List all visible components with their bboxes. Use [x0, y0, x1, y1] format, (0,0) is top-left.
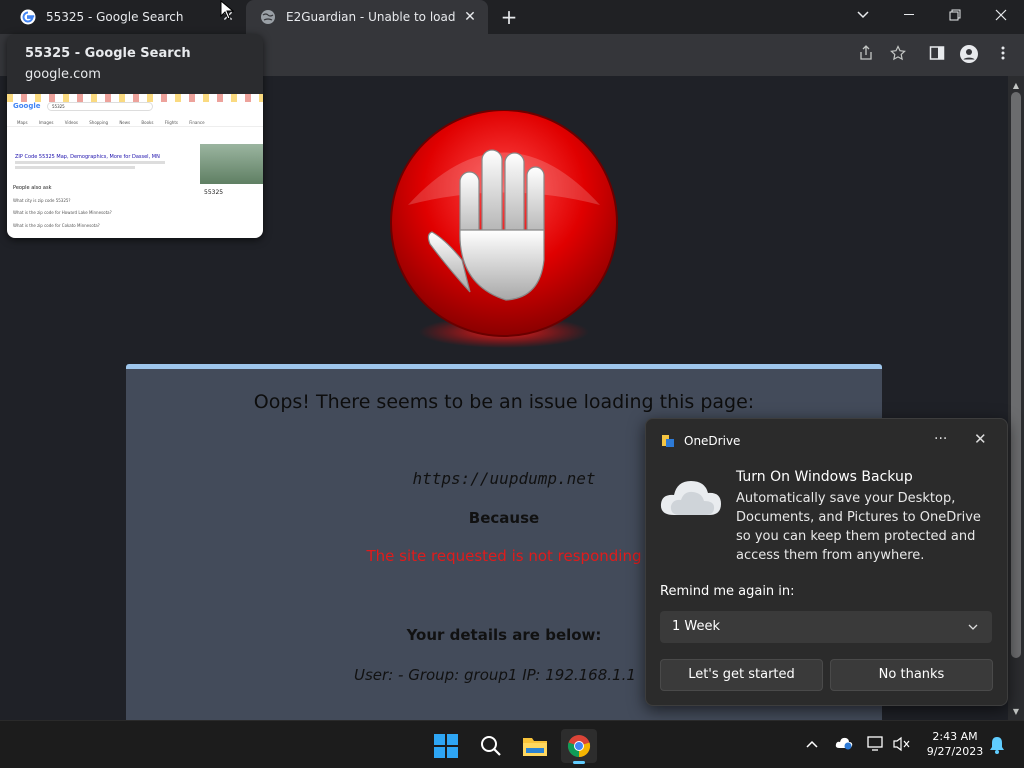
clock-time: 2:43 AM — [932, 730, 978, 743]
tab-strip: 55325 - Google Search ✕ E2Guardian - Una… — [0, 0, 1024, 34]
chevron-down-icon — [968, 611, 978, 643]
error-heading: Oops! There seems to be an issue loading… — [253, 391, 755, 413]
search-icon[interactable] — [473, 729, 509, 763]
thumb-question: What city is zip code 55325? — [13, 198, 71, 203]
chrome-icon[interactable] — [561, 729, 597, 764]
divider — [7, 126, 263, 127]
new-tab-button[interactable]: + — [498, 7, 520, 27]
mouse-cursor-icon — [220, 0, 234, 20]
notification-bell-icon[interactable] — [988, 736, 1006, 754]
stop-hand-icon — [390, 110, 618, 348]
thumb-question: What is the zip code for Howard Lake Min… — [13, 210, 112, 215]
tab-e2guardian[interactable]: E2Guardian - Unable to load web page ✕ — [246, 0, 488, 34]
thumb-map-image — [200, 144, 263, 184]
lets-get-started-button[interactable]: Let's get started — [660, 659, 823, 691]
tab-title: E2Guardian - Unable to load web page — [286, 10, 456, 24]
thumb-nav-item: Books — [141, 120, 165, 125]
doodle-strip — [7, 94, 263, 102]
hover-card-domain: google.com — [25, 67, 101, 82]
profile-icon[interactable] — [959, 45, 979, 65]
onedrive-tray-icon[interactable] — [835, 736, 853, 754]
thumb-nav-item: Finance — [189, 120, 205, 125]
system-clock[interactable]: 2:43 AM 9/27/2023 — [920, 729, 990, 759]
notification-app-name: OneDrive — [684, 434, 741, 448]
windows-start-icon[interactable] — [428, 729, 464, 763]
tab-google-search[interactable]: 55325 - Google Search ✕ — [0, 0, 246, 34]
volume-muted-icon[interactable] — [893, 736, 911, 754]
onedrive-notification: OneDrive ··· ✕ Turn On Windows Backup Au… — [645, 418, 1008, 706]
thumb-nav: Maps Images Videos Shopping News Books F… — [17, 120, 205, 125]
scroll-up-icon[interactable]: ▲ — [1010, 80, 1022, 92]
remind-interval-select[interactable]: 1 Week — [660, 611, 992, 643]
restore-button[interactable] — [932, 0, 978, 30]
scroll-down-icon[interactable]: ▼ — [1010, 706, 1022, 718]
page-thumbnail: Google 55325 Maps Images Videos Shopping… — [7, 94, 263, 238]
more-options-icon[interactable]: ··· — [934, 431, 947, 447]
user-details: User: - Group: group1 IP: 192.168.1.1 — [354, 666, 636, 684]
notification-body: Automatically save your Desktop, Documen… — [736, 491, 981, 563]
notification-heading: Turn On Windows Backup — [736, 469, 913, 485]
file-explorer-icon[interactable] — [517, 729, 553, 763]
hover-card-title: 55325 - Google Search — [25, 46, 191, 61]
network-icon[interactable] — [867, 736, 885, 754]
active-app-indicator — [573, 761, 585, 764]
scrollbar-thumb[interactable] — [1011, 92, 1021, 658]
taskbar: 2:43 AM 9/27/2023 — [0, 720, 1024, 768]
google-logo: Google — [13, 102, 41, 110]
bookmark-star-icon[interactable] — [888, 45, 908, 65]
thumb-snippet — [15, 166, 135, 169]
thumb-nav-item: Images — [38, 120, 65, 125]
tab-hover-card: 55325 - Google Search google.com Google … — [7, 34, 263, 238]
thumb-side-title: 55325 — [204, 189, 224, 196]
side-panel-icon[interactable] — [927, 45, 947, 65]
tab-title: 55325 - Google Search — [46, 10, 184, 24]
thumb-paa: People also ask — [13, 185, 52, 191]
close-tab-icon[interactable]: ✕ — [462, 9, 478, 25]
tab-search-icon[interactable] — [840, 0, 886, 30]
onedrive-app-icon — [662, 435, 674, 447]
thumb-question: What is the zip code for Cokato Minnesot… — [13, 223, 100, 228]
thumb-nav-item: Flights — [164, 120, 190, 125]
share-icon[interactable] — [856, 45, 876, 65]
kebab-menu-icon[interactable] — [993, 45, 1013, 65]
close-notification-icon[interactable]: ✕ — [974, 430, 987, 448]
globe-icon — [261, 10, 275, 24]
show-hidden-icons-icon[interactable] — [803, 736, 821, 754]
remind-label: Remind me again in: — [660, 584, 795, 599]
thumb-nav-item: Videos — [64, 120, 90, 125]
minimize-button[interactable] — [886, 0, 932, 30]
thumb-nav-item: Maps — [17, 120, 39, 125]
no-thanks-button[interactable]: No thanks — [830, 659, 993, 691]
close-window-button[interactable] — [978, 0, 1024, 30]
clock-date: 9/27/2023 — [926, 745, 984, 758]
thumb-nav-item: Shopping — [89, 120, 120, 125]
thumb-nav-item: News — [119, 120, 142, 125]
thumb-search-box: 55325 — [47, 102, 153, 111]
remind-interval-value: 1 Week — [672, 619, 721, 634]
thumb-result-title: ZIP Code 55325 Map, Demographics, More f… — [15, 154, 160, 160]
google-icon — [20, 9, 36, 25]
thumb-snippet — [15, 161, 165, 164]
cloud-icon — [660, 481, 721, 515]
